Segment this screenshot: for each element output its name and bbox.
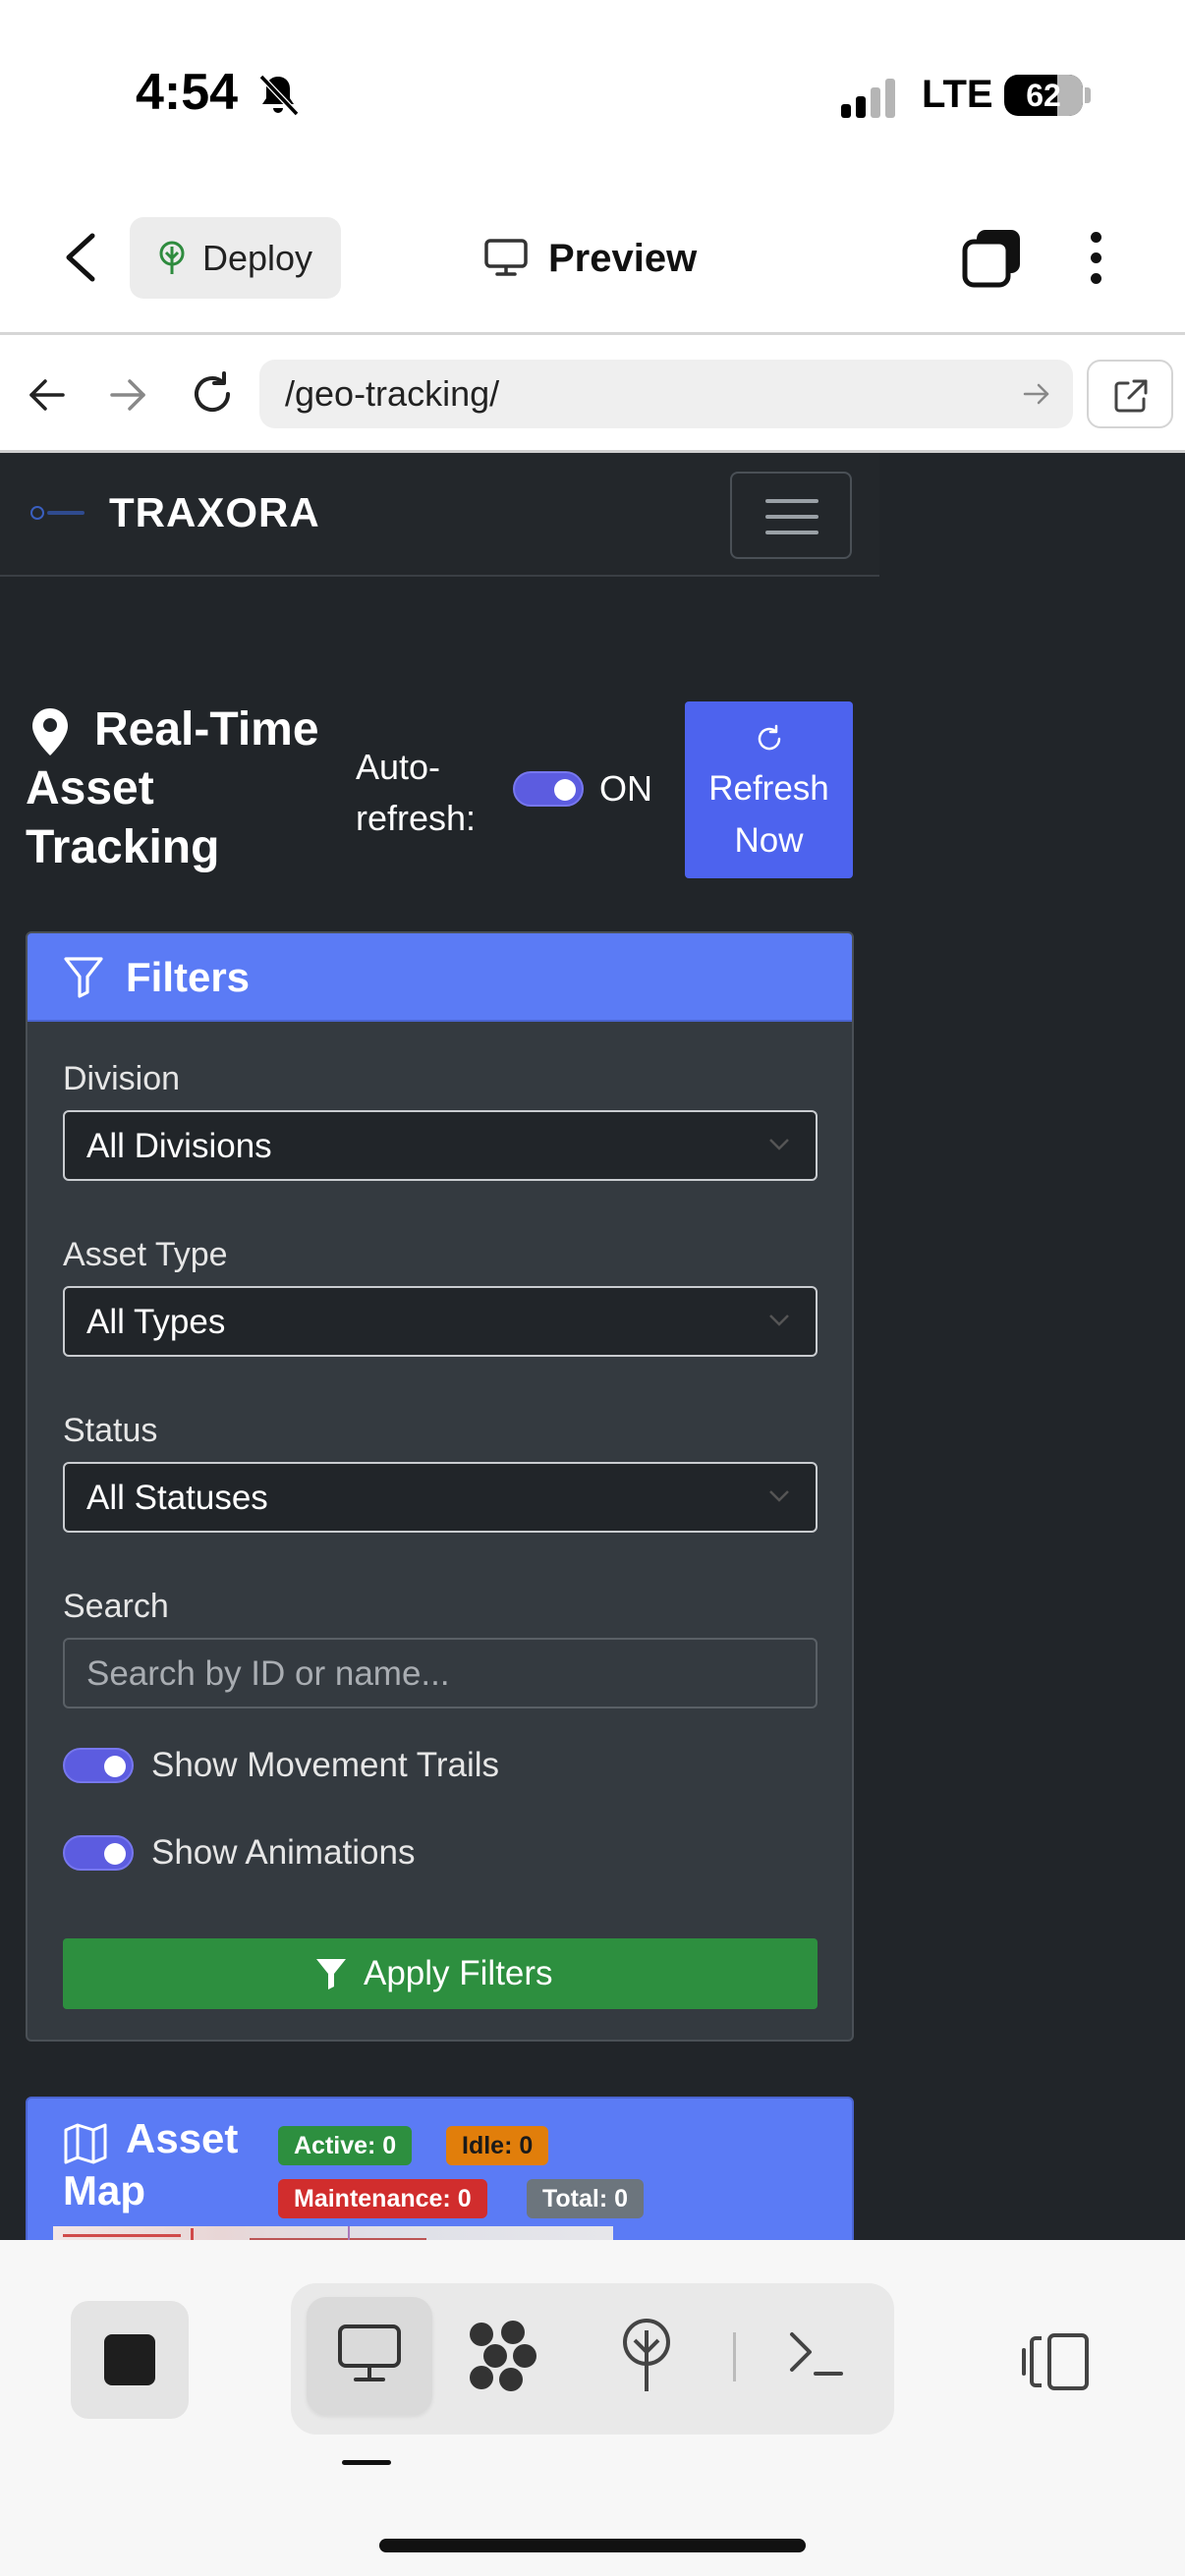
bell-muted-icon [258, 74, 300, 117]
deploy-tree-icon [159, 241, 185, 274]
home-indicator [379, 2539, 806, 2552]
bottom-toolbar [0, 2240, 1185, 2576]
search-label: Search [63, 1588, 169, 1625]
asset-map-card: Asset Map Active: 0 Idle: 0 Maintenance:… [26, 2097, 854, 2240]
total-count-badge: Total: 0 [527, 2179, 645, 2218]
search-placeholder: Search by ID or name... [86, 1654, 450, 1693]
funnel-outline-icon [64, 957, 103, 998]
asset-type-select[interactable]: All Types [63, 1286, 818, 1357]
web-viewport: TRAXORA Real-Time Asset Tracking Auto-re… [0, 453, 1185, 2240]
idle-count-badge: Idle: 0 [446, 2126, 549, 2165]
monitor-icon [484, 239, 528, 276]
more-options-icon[interactable] [1081, 228, 1110, 289]
show-trails-toggle[interactable] [63, 1748, 134, 1783]
division-value: All Divisions [86, 1127, 272, 1165]
battery-level: 62 [1026, 78, 1061, 113]
map-tiles[interactable] [53, 2226, 613, 2240]
filters-header: Filters [28, 933, 852, 1022]
maintenance-count-badge: Maintenance: 0 [278, 2179, 487, 2218]
asset-type-label: Asset Type [63, 1236, 228, 1273]
refresh-now-button[interactable]: Refresh Now [685, 701, 853, 878]
apply-filters-label: Apply Filters [364, 1954, 553, 1992]
auto-refresh-label: Auto-refresh: [356, 747, 477, 838]
division-label: Division [63, 1060, 181, 1097]
status-label: Status [63, 1412, 158, 1449]
preview-label: Preview [548, 237, 698, 280]
deploy-label: Deploy [202, 238, 313, 278]
view-mode-group [291, 2283, 894, 2435]
reload-icon[interactable] [189, 369, 236, 419]
chevron-down-icon [769, 1139, 789, 1150]
terminal-icon[interactable] [786, 2324, 845, 2381]
asset-type-value: All Types [86, 1303, 226, 1341]
back-chevron-icon[interactable] [61, 230, 100, 285]
header-divider [0, 332, 1185, 335]
battery-icon: 62 [1004, 75, 1083, 116]
filters-card: Filters Division All Divisions Asset Typ… [26, 931, 854, 2042]
status-time: 4:54 [136, 64, 239, 121]
tabs-switcher-icon[interactable] [961, 228, 1024, 289]
funnel-filled-icon [316, 1959, 346, 1989]
filters-title: Filters [126, 954, 251, 1000]
navbar-toggle-button[interactable] [730, 472, 852, 559]
open-external-button[interactable] [1087, 360, 1173, 428]
brand-logo-icon[interactable] [29, 502, 88, 524]
url-bar[interactable]: /geo-tracking/ [259, 360, 1073, 428]
network-type: LTE [922, 73, 993, 116]
apply-filters-button[interactable]: Apply Filters [63, 1938, 818, 2009]
show-animations-toggle[interactable] [63, 1835, 134, 1871]
battery-tip [1085, 87, 1091, 103]
panel-layout-icon[interactable] [1020, 2332, 1091, 2391]
chevron-down-icon [769, 1490, 789, 1502]
status-value: All Statuses [86, 1479, 268, 1517]
nav-back-arrow-icon[interactable] [26, 373, 69, 417]
site-navbar: TRAXORA [0, 453, 879, 577]
active-count-badge: Active: 0 [278, 2126, 413, 2165]
page-title: Real-Time Asset Tracking [26, 703, 319, 873]
status-bar: 4:54 LTE 62 [0, 0, 1185, 196]
deploy-tree-icon[interactable] [619, 2317, 674, 2395]
monitor-icon [338, 2324, 401, 2381]
asset-map-title: Asset Map [63, 2115, 239, 2213]
show-animations-label: Show Animations [151, 1833, 416, 1872]
refresh-now-label: Refresh Now [708, 769, 829, 860]
search-input[interactable]: Search by ID or name... [63, 1638, 818, 1708]
division-select[interactable]: All Divisions [63, 1110, 818, 1181]
brand-name[interactable]: TRAXORA [109, 488, 320, 537]
cell-signal-icon [841, 79, 895, 118]
auto-refresh-toggle[interactable] [513, 771, 584, 807]
active-mode-indicator [342, 2460, 391, 2465]
stop-button[interactable] [71, 2301, 189, 2419]
status-select[interactable]: All Statuses [63, 1462, 818, 1533]
chevron-down-icon [769, 1315, 789, 1326]
deploy-button[interactable]: Deploy [130, 217, 341, 299]
toolbar-separator [733, 2332, 736, 2381]
url-text: /geo-tracking/ [285, 373, 500, 414]
external-link-icon [1114, 379, 1148, 413]
show-trails-label: Show Movement Trails [151, 1746, 500, 1784]
refresh-icon [758, 724, 781, 751]
nav-forward-arrow-icon[interactable] [106, 373, 149, 417]
cluster-view-icon[interactable] [466, 2319, 540, 2393]
desktop-view-button[interactable] [307, 2297, 432, 2415]
stop-icon [104, 2334, 155, 2385]
go-arrow-icon[interactable] [1022, 379, 1051, 409]
auto-refresh-state: ON [599, 768, 652, 809]
